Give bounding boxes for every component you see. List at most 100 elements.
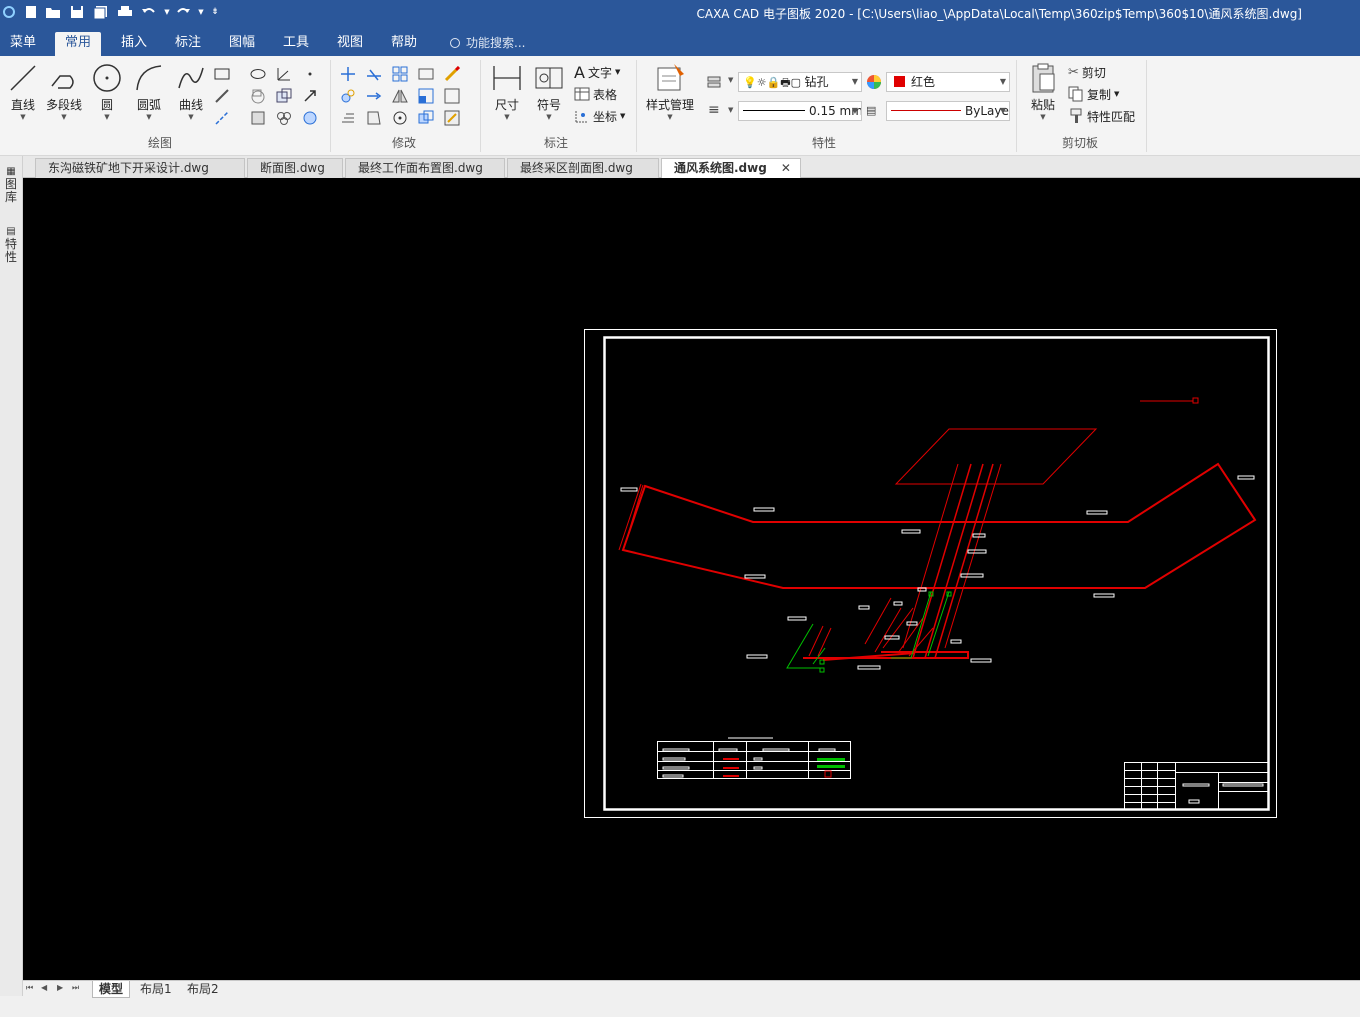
polyline-button[interactable]: 多段线 ▼: [43, 62, 85, 132]
undo-icon[interactable]: [140, 3, 158, 21]
menu-tab-view[interactable]: 视图: [327, 32, 373, 56]
layer-manager-dropdown-icon[interactable]: ▼: [728, 76, 733, 84]
library-icon: ▦: [6, 166, 16, 177]
style-manager-icon: [657, 64, 684, 91]
new-file-icon[interactable]: [22, 3, 40, 21]
dock-tab-properties-label: 特性: [4, 237, 17, 264]
cut-button[interactable]: ✂ 剪切: [1068, 62, 1106, 82]
slash-line-icon[interactable]: [214, 88, 230, 104]
symbol-label: 符号: [536, 98, 561, 112]
chamfer-icon[interactable]: [444, 88, 460, 104]
mirror-icon[interactable]: [392, 88, 408, 104]
array-icon[interactable]: [392, 66, 408, 82]
offset-icon[interactable]: [340, 110, 356, 126]
drawing-canvas[interactable]: [23, 178, 1360, 980]
trim-icon[interactable]: [366, 66, 382, 82]
doc-tab[interactable]: 最终工作面布置图.dwg: [345, 158, 505, 178]
coordinate-button[interactable]: 坐标 ▼: [574, 106, 625, 126]
lineweight-icon[interactable]: ≡: [708, 102, 720, 118]
app-logo-icon[interactable]: [0, 3, 18, 21]
property-edit-icon[interactable]: [444, 110, 460, 126]
print-icon[interactable]: [116, 3, 134, 21]
menu-bar: 菜单 常用 插入 标注 图幅 工具 视图 帮助 功能搜索...: [0, 28, 1360, 56]
block-icon[interactable]: [276, 88, 292, 104]
doc-tab-active[interactable]: 通风系统图.dwg ✕: [661, 158, 801, 178]
ribbon: 直线 ▼ 多段线 ▼ 圆 ▼ 圆弧 ▼ 曲线 ▼ 绘图 修改 尺寸 ▼ 符号 ▼…: [0, 56, 1360, 156]
color-dropdown[interactable]: 红色 ▼: [886, 72, 1010, 92]
dock-tab-properties[interactable]: ▤ 特性: [3, 224, 19, 264]
group-separator: [480, 60, 481, 152]
redo-icon[interactable]: [174, 3, 192, 21]
rectangle-icon[interactable]: [214, 66, 230, 82]
color-wheel-icon[interactable]: [866, 74, 882, 90]
point-icon[interactable]: [302, 66, 318, 82]
cloud-icon[interactable]: [276, 110, 292, 126]
next-tab-icon[interactable]: ▶: [57, 983, 63, 992]
dimension-button[interactable]: 尺寸 ▼: [486, 62, 528, 132]
block-edit-icon[interactable]: [418, 110, 434, 126]
circle-button[interactable]: 圆 ▼: [86, 62, 128, 132]
text-button[interactable]: A 文字 ▼: [574, 62, 620, 82]
menu-tab-insert[interactable]: 插入: [111, 32, 157, 56]
title-block: [1124, 762, 1269, 810]
arc-button[interactable]: 圆弧 ▼: [128, 62, 170, 132]
ellipse-icon[interactable]: [250, 66, 266, 82]
copy-icon: [1068, 86, 1083, 102]
layout-tab-layout1[interactable]: 布局1: [134, 981, 178, 998]
center-line-icon[interactable]: [214, 110, 230, 126]
first-tab-icon[interactable]: ⏮: [26, 983, 33, 993]
move-icon[interactable]: [340, 66, 356, 82]
erase-icon[interactable]: [444, 66, 460, 82]
doc-tab[interactable]: 东沟磁铁矿地下开采设计.dwg: [35, 158, 245, 178]
scale-icon[interactable]: [418, 88, 434, 104]
lineweight-dropdown-icon[interactable]: ▼: [728, 106, 733, 114]
wipeout-icon[interactable]: [302, 110, 318, 126]
table-button[interactable]: 表格: [574, 84, 617, 104]
boundary-icon[interactable]: [250, 110, 266, 126]
doc-tab[interactable]: 断面图.dwg: [247, 158, 343, 178]
extend-icon[interactable]: [366, 88, 382, 104]
dock-tab-library[interactable]: ▦ 图库: [3, 164, 19, 204]
hatch-icon[interactable]: [250, 88, 266, 104]
linetype-icon[interactable]: ▤: [866, 104, 876, 117]
menu-tab-sheet[interactable]: 图幅: [219, 32, 265, 56]
paste-button[interactable]: 粘贴 ▼: [1022, 62, 1064, 132]
stretch-icon[interactable]: [418, 66, 434, 82]
layer-state-icons: 💡☼🔒🖶▢: [743, 76, 805, 89]
open-folder-icon[interactable]: [44, 3, 62, 21]
menu-tab-common[interactable]: 常用: [55, 32, 102, 56]
function-search[interactable]: 功能搜索...: [450, 34, 525, 54]
layer-manager-icon[interactable]: [706, 74, 722, 90]
save-all-icon[interactable]: [92, 3, 110, 21]
customize-icon[interactable]: ⇟: [206, 3, 224, 21]
copy-button[interactable]: 复制 ▼: [1068, 84, 1119, 104]
save-icon[interactable]: [68, 3, 86, 21]
rotate-icon[interactable]: [392, 110, 408, 126]
line-icon: [10, 65, 36, 91]
layout-tab-bar: ⏮ ◀ ▶ ⏭ 模型 布局1 布局2: [23, 980, 1360, 998]
layer-dropdown[interactable]: 💡☼🔒🖶▢ 钻孔 ▼: [738, 72, 862, 92]
match-properties-button[interactable]: 特性匹配: [1068, 106, 1135, 126]
curve-button[interactable]: 曲线 ▼: [170, 62, 212, 132]
menu-tab-help[interactable]: 帮助: [381, 32, 427, 56]
menu-tab-annotate[interactable]: 标注: [165, 32, 211, 56]
explode-icon[interactable]: [366, 110, 382, 126]
arrow-icon[interactable]: [302, 88, 318, 104]
lineweight-dropdown[interactable]: 0.15 mm ▼: [738, 101, 862, 121]
style-manager-button[interactable]: 样式管理 ▼: [642, 62, 698, 132]
doc-tab[interactable]: 最终采区剖面图.dwg: [507, 158, 659, 178]
layout-tab-layout2[interactable]: 布局2: [181, 981, 225, 998]
prev-tab-icon[interactable]: ◀: [41, 983, 47, 992]
menu-tab-tools[interactable]: 工具: [273, 32, 319, 56]
group-separator: [636, 60, 637, 152]
copy-entity-icon[interactable]: [340, 88, 356, 104]
layout-tab-model[interactable]: 模型: [92, 981, 131, 998]
close-icon[interactable]: ✕: [781, 161, 791, 175]
symbol-button[interactable]: 符号 ▼: [528, 62, 570, 132]
menu-tab-main[interactable]: 菜单: [0, 32, 46, 56]
text-label: 文字: [587, 65, 612, 80]
linetype-dropdown[interactable]: ByLayer ▼: [886, 101, 1010, 121]
last-tab-icon[interactable]: ⏭: [72, 983, 79, 993]
line-button[interactable]: 直线 ▼: [2, 62, 44, 132]
angle-line-icon[interactable]: [276, 66, 292, 82]
